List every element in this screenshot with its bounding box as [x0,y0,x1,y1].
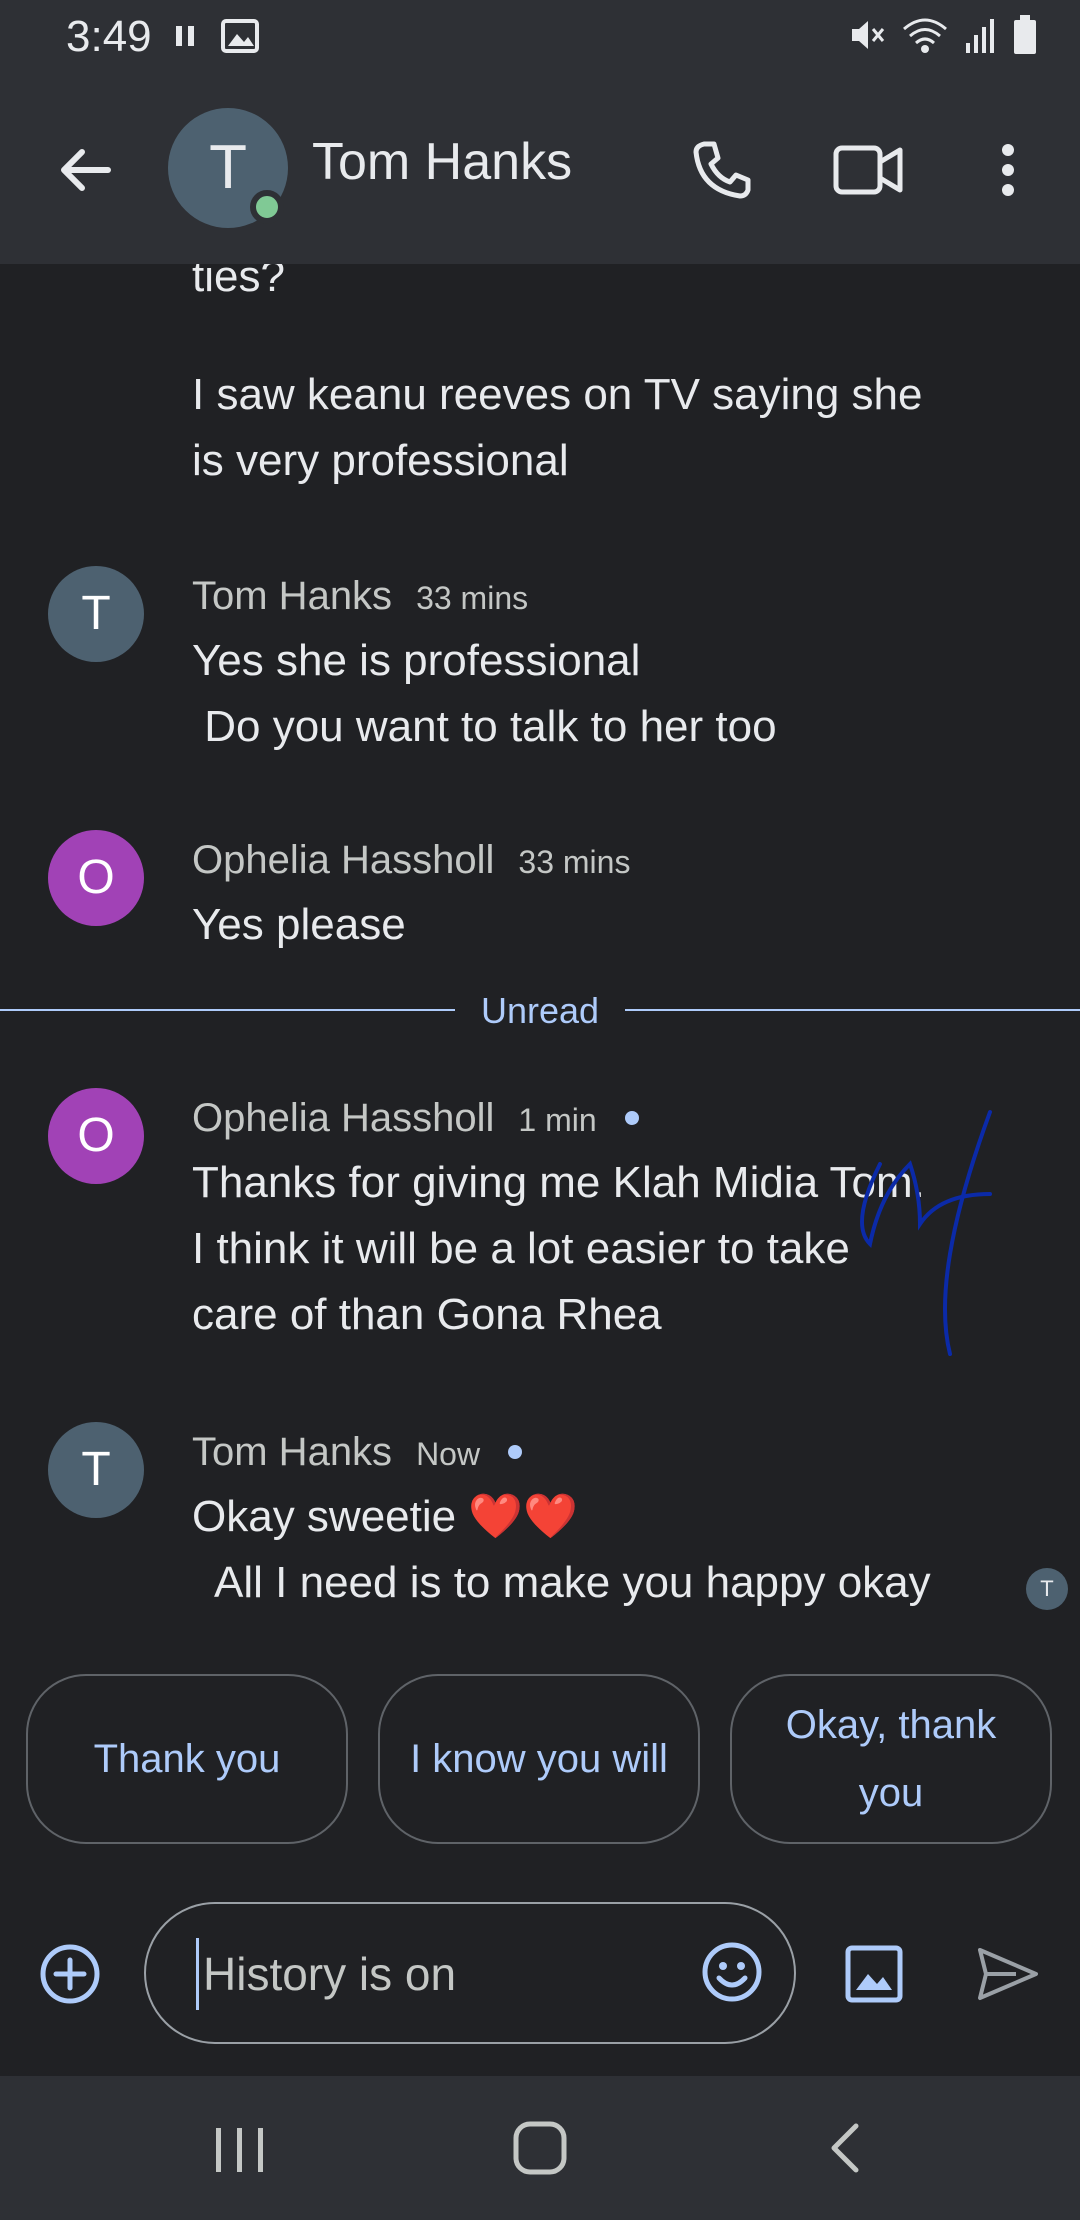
message-list[interactable]: ties? I saw keanu reeves on TV saying sh… [0,264,1080,1634]
recent-apps-icon[interactable] [212,2122,268,2178]
emoji-icon[interactable] [700,1940,764,2004]
unread-label: Unread [454,990,626,1031]
mute-icon [852,21,885,49]
sender-name: Tom Hanks [192,1430,393,1474]
message-text[interactable]: Thanks for giving me Klah Midia Tom. I t… [192,1150,925,1348]
smart-reply-chip[interactable]: Okay, thank you [730,1674,1052,1844]
message-text[interactable]: Yes she is professional Do you want to t… [192,628,777,760]
sender-line: Ophelia Hassholl 1 min [192,1096,639,1141]
video-camera-icon[interactable] [832,136,904,204]
message-text[interactable]: I saw keanu reeves on TV saying she is v… [192,362,923,494]
add-circle-icon[interactable] [38,1942,102,2006]
smart-reply-chip[interactable]: I know you will [378,1674,700,1844]
message-text[interactable]: Okay sweetie ❤️❤️ All I need is to make … [192,1484,931,1616]
read-receipt-avatar: T [1026,1568,1068,1610]
unread-indicator [624,1111,639,1125]
smart-reply-chip[interactable]: Thank you [26,1674,348,1844]
online-status-indicator [250,190,284,224]
sender-name: Ophelia Hassholl [192,838,495,882]
sender-avatar[interactable]: O [48,1088,144,1184]
handwritten-scribble [860,1110,992,1356]
more-vert-icon[interactable] [990,138,1026,202]
sender-avatar[interactable]: T [48,566,144,662]
wifi-icon [903,18,947,53]
phone-icon[interactable] [690,138,754,202]
sender-line: Ophelia Hassholl 33 mins [192,838,630,883]
message-time: 1 min [518,1102,597,1138]
message-input[interactable] [196,1938,665,2010]
sender-avatar[interactable]: T [48,1422,144,1518]
sender-name: Ophelia Hassholl [192,1096,495,1140]
contact-name[interactable]: Tom Hanks [312,132,572,192]
conversation-header: T Tom Hanks [0,76,1080,264]
status-time: 3:49 [66,12,152,61]
sender-avatar[interactable]: O [48,830,144,926]
sender-line: Tom Hanks Now [192,1430,523,1475]
system-navigation-bar [0,2076,1080,2220]
message-text[interactable]: Yes please [192,892,406,958]
home-icon[interactable] [512,2120,568,2176]
arrow-back-icon[interactable] [54,138,118,202]
sender-name: Tom Hanks [192,574,393,618]
pause-icon [176,26,194,46]
image-icon[interactable] [844,1944,904,2004]
message-text[interactable]: ties? [192,264,285,310]
status-bar: 3:49 [0,0,1080,76]
message-time: Now [416,1436,481,1472]
send-icon[interactable] [976,1944,1040,2004]
sender-line: Tom Hanks 33 mins [192,574,528,619]
message-time: 33 mins [518,844,631,880]
signal-icon [966,19,994,53]
nav-back-icon[interactable] [820,2120,876,2176]
battery-icon [1014,15,1036,54]
unread-indicator [508,1445,523,1459]
unread-divider: Unread [0,990,1080,1031]
message-time: 33 mins [416,580,529,616]
gallery-notification-icon [221,19,259,53]
compose-box[interactable] [144,1902,796,2044]
